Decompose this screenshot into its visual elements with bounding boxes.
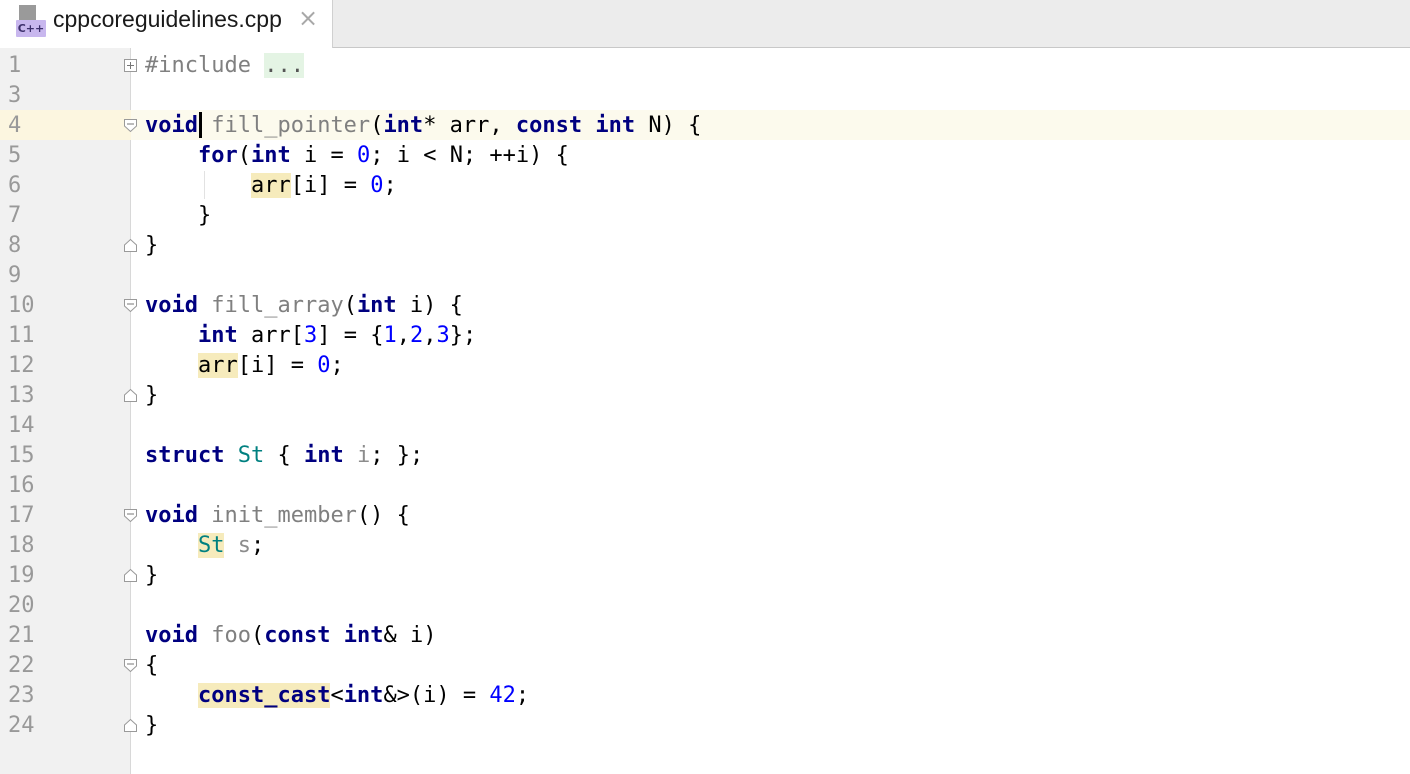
code-line: 10 void fill_array(int i) { xyxy=(0,291,1410,321)
line-number: 11 xyxy=(8,323,35,348)
code-line: 11 int arr[3] = {1,2,3}; xyxy=(0,321,1410,351)
text-cursor xyxy=(199,112,202,138)
fold-expand-icon[interactable] xyxy=(124,59,137,72)
line-number: 1 xyxy=(8,53,22,78)
code-text: St s; xyxy=(197,533,265,558)
line-number: 5 xyxy=(8,143,22,168)
code-line: 23 const_cast<int&>(i) = 42; xyxy=(0,681,1410,711)
code-line: 20 xyxy=(0,591,1410,621)
code-line: 16 xyxy=(0,471,1410,501)
line-number: 18 xyxy=(8,533,35,558)
code-line: 6 arr[i] = 0; xyxy=(0,171,1410,201)
code-line: 21 void foo(const int& i) xyxy=(0,621,1410,651)
code-text: void fill_array(int i) { xyxy=(145,293,463,318)
line-number: 9 xyxy=(8,263,22,288)
code-line: 7 } xyxy=(0,201,1410,231)
line-number: 4 xyxy=(8,113,22,138)
close-icon[interactable]: × xyxy=(298,4,318,32)
code-line: 5 for(int i = 0; i < N; ++i) { xyxy=(0,141,1410,171)
code-text: } xyxy=(145,563,159,588)
line-number: 13 xyxy=(8,383,35,408)
code-line: 15 struct St { int i; }; xyxy=(0,441,1410,471)
line-number: 7 xyxy=(8,203,22,228)
fold-collapse-icon[interactable] xyxy=(124,119,137,132)
fold-end-icon[interactable] xyxy=(124,389,137,402)
code-text: arr[i] = 0; xyxy=(197,353,344,378)
line-number: 10 xyxy=(8,293,35,318)
code-line: 24 } xyxy=(0,711,1410,741)
code-text: const_cast<int&>(i) = 42; xyxy=(197,683,530,708)
fold-collapse-icon[interactable] xyxy=(124,509,137,522)
line-number: 8 xyxy=(8,233,22,258)
line-number: 12 xyxy=(8,353,35,378)
code-line: 14 xyxy=(0,411,1410,441)
line-number: 24 xyxy=(8,713,35,738)
fold-collapse-icon[interactable] xyxy=(124,659,137,672)
code-text: arr[i] = 0; xyxy=(250,173,397,198)
line-number: 6 xyxy=(8,173,22,198)
line-number: 20 xyxy=(8,593,35,618)
code-text: int arr[3] = {1,2,3}; xyxy=(197,323,477,348)
fold-end-icon[interactable] xyxy=(124,569,137,582)
code-line: 1 #include ... xyxy=(0,51,1410,81)
code-editor[interactable]: 1 #include ... 3 4 void fill_pointer(int… xyxy=(0,51,1410,741)
line-number: 21 xyxy=(8,623,35,648)
code-text: { xyxy=(145,653,159,678)
code-text: } xyxy=(197,203,212,228)
code-line: 3 xyxy=(0,81,1410,111)
code-text: #include ... xyxy=(145,53,304,78)
code-line: 9 xyxy=(0,261,1410,291)
fold-end-icon[interactable] xyxy=(124,719,137,732)
line-number: 17 xyxy=(8,503,35,528)
line-number: 16 xyxy=(8,473,35,498)
code-line: 4 void fill_pointer(int* arr, const int … xyxy=(0,111,1410,141)
code-line: 19 } xyxy=(0,561,1410,591)
code-text: } xyxy=(145,713,159,738)
line-number: 15 xyxy=(8,443,35,468)
line-number: 23 xyxy=(8,683,35,708)
code-line: 13 } xyxy=(0,381,1410,411)
code-line: 18 St s; xyxy=(0,531,1410,561)
fold-collapse-icon[interactable] xyxy=(124,299,137,312)
cpp-file-icon: C++ xyxy=(16,5,46,37)
folded-region[interactable]: ... xyxy=(264,53,304,78)
code-text: void init_member() { xyxy=(145,503,410,528)
code-text: } xyxy=(145,383,159,408)
code-text: for(int i = 0; i < N; ++i) { xyxy=(197,143,569,168)
code-text: } xyxy=(145,233,159,258)
cpp-badge: C++ xyxy=(16,20,46,37)
line-number: 22 xyxy=(8,653,35,678)
line-number: 19 xyxy=(8,563,35,588)
editor-tab-bar: C++ cppcoreguidelines.cpp × xyxy=(0,0,1410,48)
code-line: 12 arr[i] = 0; xyxy=(0,351,1410,381)
code-text: void fill_pointer(int* arr, const int N)… xyxy=(145,113,702,138)
code-text: struct St { int i; }; xyxy=(145,443,424,468)
code-line: 22 { xyxy=(0,651,1410,681)
fold-end-icon[interactable] xyxy=(124,239,137,252)
code-line: 17 void init_member() { xyxy=(0,501,1410,531)
file-tab[interactable]: C++ cppcoreguidelines.cpp × xyxy=(0,0,333,48)
code-text: void foo(const int& i) xyxy=(145,623,437,648)
line-number: 3 xyxy=(8,83,22,108)
code-line: 8 } xyxy=(0,231,1410,261)
line-number: 14 xyxy=(8,413,35,438)
tab-title: cppcoreguidelines.cpp xyxy=(53,6,282,32)
